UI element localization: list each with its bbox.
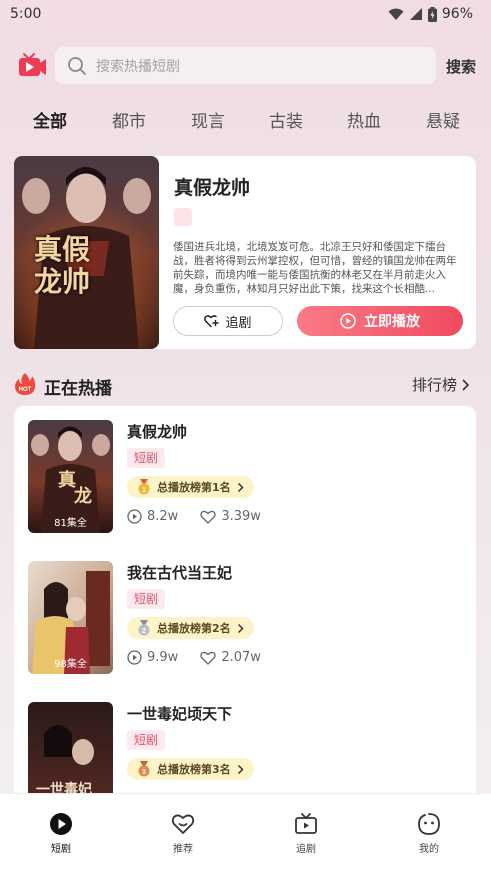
nav-mine[interactable]: 我的 [399,812,459,855]
item-title[interactable]: 我在古代当王妃 [127,562,232,583]
featured-title[interactable]: 真假龙帅 [174,173,250,200]
rank-badge[interactable]: 3 总播放榜第3名 [127,758,254,780]
chevron-right-icon [462,378,470,391]
list-item[interactable]: 98集全 我在古代当王妃 短剧 2 总播放榜第2名 9.9w 2.07w [14,547,476,674]
signal-icon [409,7,422,20]
ranking-link[interactable]: 排行榜 [412,374,470,395]
medal-icon: 3 [138,761,150,777]
chevron-right-icon [237,764,244,774]
svg-text:1: 1 [142,487,146,494]
heart-plus-icon [204,315,220,328]
featured-poster-title: 真假龙帅 [34,233,91,298]
nav-label: 推荐 [173,844,193,855]
like-count: 3.39w [200,509,261,524]
section-header: HOT 正在热播 排行榜 [0,372,491,399]
battery-level: 96% [441,6,473,22]
play-circle-icon [340,313,356,329]
episode-count: 81集全 [54,518,87,529]
svg-text:2: 2 [142,628,146,635]
tab-action[interactable]: 热血 [334,107,394,132]
rank-label: 总播放榜第2名 [157,622,231,635]
play-filled-icon [50,813,72,835]
rank-badge[interactable]: 2 总播放榜第2名 [127,617,254,639]
list-item[interactable]: 一世毒妃 一世毒妃顷天下 短剧 3 总播放榜第3名 [14,688,476,806]
tab-mystery[interactable]: 悬疑 [413,107,473,132]
item-tag: 短剧 [127,589,166,609]
search-button[interactable]: 搜索 [446,56,476,77]
like-count-value: 3.39w [221,509,261,524]
section-title: 正在热播 [44,379,112,399]
heart-outline-icon [171,814,195,835]
play-count-icon [127,509,142,524]
play-now-label: 立即播放 [364,314,420,330]
nav-short-drama[interactable]: 短剧 [31,812,91,855]
like-count-value: 2.07w [221,650,261,665]
episode-count: 98集全 [54,659,87,670]
search-input[interactable]: 搜索热播短剧 [55,47,436,84]
category-tabs: 全部 都市 现言 古装 热血 悬疑 [0,107,491,133]
item-stats: 9.9w 2.07w [127,650,261,665]
ranking-link-label: 排行榜 [412,376,458,394]
featured-description: 倭国进兵北境，北境岌岌可危。北凉王只好和倭国定下擂台战，胜者将得到云州掌控权，但… [173,241,457,295]
rank-label: 总播放榜第1名 [157,481,231,494]
rank-badge[interactable]: 1 总播放榜第1名 [127,476,254,498]
item-title[interactable]: 一世毒妃顷天下 [127,703,232,724]
search-placeholder: 搜索热播短剧 [96,58,180,75]
tab-all[interactable]: 全部 [20,107,80,132]
nav-following[interactable]: 追剧 [276,812,336,855]
nav-label: 追剧 [296,844,316,855]
chevron-right-icon [237,482,244,492]
bottom-nav: 短剧 推荐 追剧 我的 [0,793,491,873]
hot-list: 真 龙 81集全 真假龙帅 短剧 1 总播放榜第1名 8.2w 3.39w 98… [14,406,476,806]
item-thumbnail[interactable]: 98集全 [28,561,113,674]
tab-modern-romance[interactable]: 现言 [178,107,238,132]
wifi-icon [388,8,404,20]
featured-poster[interactable]: 真假龙帅 [14,156,159,349]
item-tag: 短剧 [127,448,166,468]
follow-label: 追剧 [225,315,252,331]
search-icon [68,56,86,75]
fire-hot-icon: HOT [15,373,36,395]
item-thumbnail[interactable]: 真 龙 81集全 [28,420,113,533]
medal-icon: 2 [138,620,150,636]
list-item[interactable]: 真 龙 81集全 真假龙帅 短剧 1 总播放榜第1名 8.2w 3.39w [14,406,476,533]
item-thumbnail[interactable]: 一世毒妃 [28,702,113,806]
status-time: 5:00 [10,6,42,22]
play-count-icon [127,650,142,665]
featured-tag [174,208,192,226]
svg-text:HOT: HOT [19,387,32,393]
nav-label: 短剧 [51,844,71,855]
battery-icon [427,6,437,22]
play-count: 9.9w [127,650,178,665]
play-count-value: 9.9w [147,650,179,665]
top-bar: 搜索热播短剧 搜索 [0,47,491,85]
item-stats: 8.2w 3.39w [127,509,261,524]
play-now-button[interactable]: 立即播放 [297,306,463,336]
play-count: 8.2w [127,509,178,524]
nav-recommend[interactable]: 推荐 [153,812,213,855]
status-bar: 5:00 96% [0,0,491,28]
svg-text:龙: 龙 [74,485,92,507]
tv-icon [295,813,317,834]
app-logo-icon[interactable] [17,52,47,80]
follow-button[interactable]: 追剧 [173,306,283,336]
play-count-value: 8.2w [147,509,179,524]
svg-text:3: 3 [142,769,146,776]
face-icon [418,813,440,835]
tab-city[interactable]: 都市 [99,107,159,132]
medal-icon: 1 [138,479,150,495]
tab-costume[interactable]: 古装 [256,107,316,132]
nav-label: 我的 [419,844,439,855]
heart-icon [200,651,217,665]
heart-icon [200,510,217,524]
chevron-right-icon [237,623,244,633]
item-tag: 短剧 [127,730,166,750]
featured-card[interactable]: 真假龙帅 真假龙帅 倭国进兵北境，北境岌岌可危。北凉王只好和倭国定下擂台战，胜者… [14,156,476,349]
like-count: 2.07w [200,650,261,665]
rank-label: 总播放榜第3名 [157,763,231,776]
item-title[interactable]: 真假龙帅 [127,421,187,442]
